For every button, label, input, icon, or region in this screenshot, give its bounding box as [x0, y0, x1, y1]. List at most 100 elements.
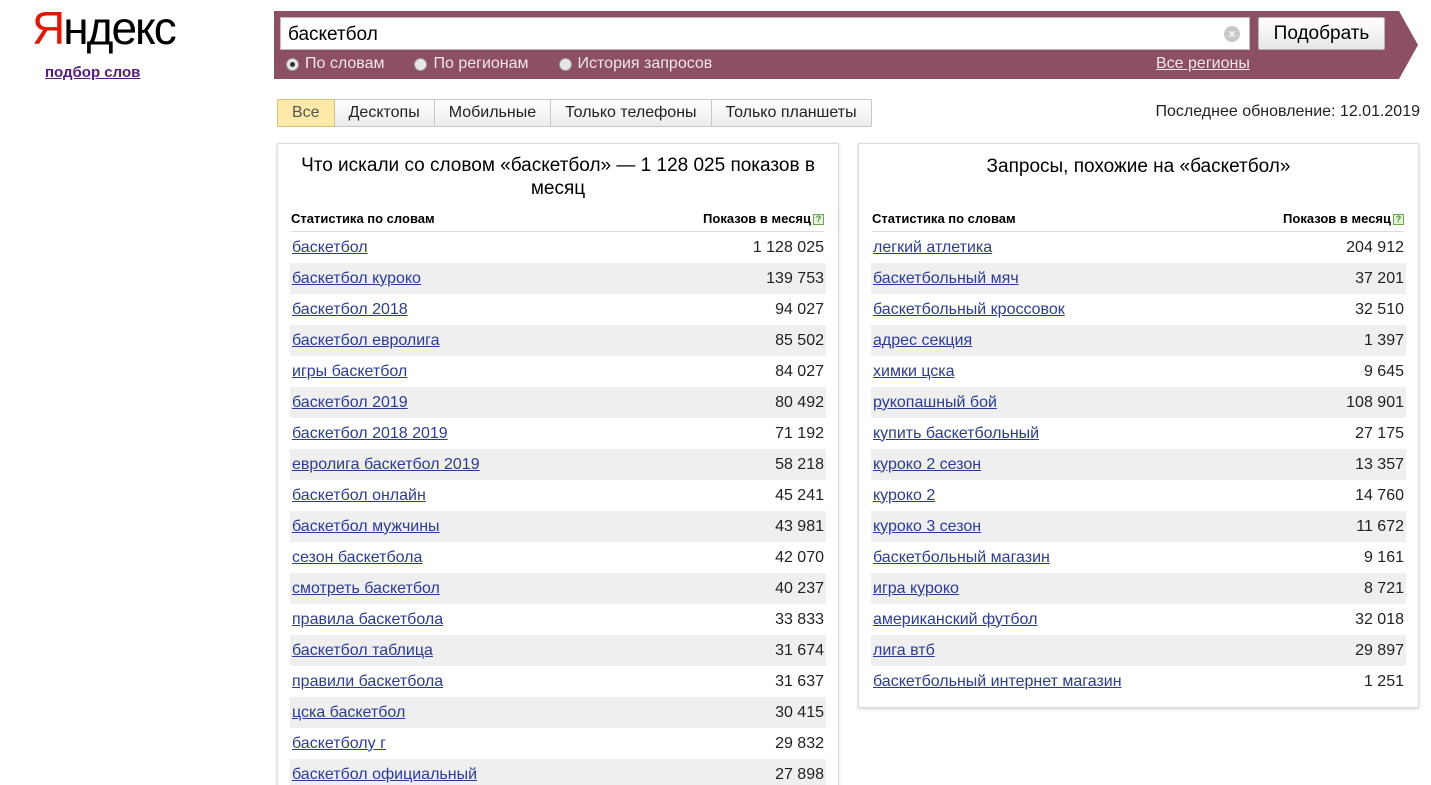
column-count-header: Показов в месяц?	[1283, 211, 1404, 231]
table-row: евролига баскетбол 2019 58 218	[290, 449, 826, 480]
radio-by-regions[interactable]: По регионам	[414, 55, 529, 73]
phrase-link[interactable]: цска баскетбол	[292, 704, 405, 722]
phrase-link[interactable]: баскетбольный интернет магазин	[873, 673, 1122, 691]
table-row: баскетболу г 29 832	[290, 728, 826, 759]
impressions-count: 1 251	[1363, 672, 1404, 690]
phrase-link[interactable]: баскетбол 2018	[292, 301, 408, 319]
table-row: баскетбольный интернет магазин 1 251	[871, 666, 1406, 697]
radio-label: По регионам	[433, 55, 529, 72]
phrase-link[interactable]: легкий атлетика	[873, 239, 992, 257]
table-row: смотреть баскетбол 40 237	[290, 573, 826, 604]
phrase-link[interactable]: баскетбольный кроссовок	[873, 301, 1065, 319]
impressions-count: 84 027	[775, 362, 824, 380]
impressions-count: 37 201	[1355, 269, 1404, 287]
table-row: лига втб 29 897	[871, 635, 1406, 666]
impressions-count: 29 897	[1355, 641, 1404, 659]
phrase-link[interactable]: баскетбольный мяч	[873, 270, 1019, 288]
phrase-link[interactable]: куроко 2 сезон	[873, 456, 981, 474]
search-input[interactable]: баскетбол ×	[280, 17, 1250, 50]
impressions-count: 14 760	[1355, 486, 1404, 504]
submit-button[interactable]: Подобрать	[1258, 17, 1385, 50]
search-band: баскетбол × Подобрать По словам По регио…	[274, 11, 1418, 79]
impressions-count: 8 721	[1363, 579, 1404, 597]
radio-unchecked-icon[interactable]	[558, 57, 572, 71]
column-count-label: Показов в месяц	[703, 211, 811, 226]
column-count-label: Показов в месяц	[1283, 211, 1391, 226]
phrase-link[interactable]: баскетбол онлайн	[292, 487, 426, 505]
table-row: баскетбольный кроссовок 32 510	[871, 294, 1406, 325]
phrase-link[interactable]: американский футбол	[873, 611, 1037, 629]
impressions-count: 9 645	[1363, 362, 1404, 380]
word-stats-rows: баскетбол 1 128 025 баскетбол куроко 139 75…	[290, 232, 826, 785]
radio-query-history[interactable]: История запросов	[558, 55, 712, 73]
phrase-link[interactable]: евролига баскетбол 2019	[292, 456, 480, 474]
phrase-link[interactable]: баскетбол евролига	[292, 332, 440, 350]
panel-title: Что искали со словом «баскетбол» — 1 128…	[301, 155, 815, 199]
phrase-link[interactable]: купить баскетбольный	[873, 425, 1039, 443]
clear-icon[interactable]: ×	[1224, 26, 1240, 42]
tab-mobile[interactable]: Мобильные	[434, 99, 552, 127]
impressions-count: 1 397	[1363, 331, 1404, 349]
phrase-link[interactable]: баскетбол 2018 2019	[292, 425, 448, 443]
impressions-count: 31 674	[775, 641, 824, 659]
radio-checked-icon[interactable]	[286, 57, 299, 71]
impressions-count: 204 912	[1346, 238, 1404, 256]
impressions-count: 30 415	[775, 703, 824, 721]
phrase-link[interactable]: правила баскетбола	[292, 611, 443, 629]
phrase-link[interactable]: лига втб	[873, 642, 935, 660]
impressions-count: 45 241	[775, 486, 824, 504]
phrase-link[interactable]: баскетбольный магазин	[873, 549, 1050, 567]
table-header: Статистика по словам Показов в месяц?	[872, 211, 1404, 232]
phrase-link[interactable]: баскетболу г	[292, 735, 386, 753]
logo-first-letter: Я	[32, 2, 65, 54]
similar-queries-rows: легкий атлетика 204 912 баскетбольный мяч 3…	[871, 232, 1406, 697]
table-row: баскетбол 2018 2019 71 192	[290, 418, 826, 449]
phrase-link[interactable]: смотреть баскетбол	[292, 580, 440, 598]
yandex-logo[interactable]: Яндекс	[32, 2, 177, 54]
phrase-link[interactable]: баскетбол официальный	[292, 766, 477, 784]
similar-queries-panel: Запросы, похожие на «баскетбол» Статисти…	[858, 143, 1419, 708]
table-row: правили баскетбола 31 637	[290, 666, 826, 697]
table-row: баскетбол онлайн 45 241	[290, 480, 826, 511]
impressions-count: 42 070	[775, 548, 824, 566]
impressions-count: 32 018	[1355, 610, 1404, 628]
all-regions-link[interactable]: Все регионы	[1156, 55, 1250, 73]
phrase-link[interactable]: куроко 3 сезон	[873, 518, 981, 536]
phrase-link[interactable]: адрес секция	[873, 332, 972, 350]
phrase-link[interactable]: правили баскетбола	[292, 673, 443, 691]
tab-desktops[interactable]: Десктопы	[334, 99, 435, 127]
tab-all[interactable]: Все	[277, 99, 335, 127]
radio-by-words[interactable]: По словам	[286, 55, 384, 73]
phrase-link[interactable]: баскетбол	[292, 239, 368, 257]
table-row: химки цска 9 645	[871, 356, 1406, 387]
table-row: адрес секция 1 397	[871, 325, 1406, 356]
radio-label: По словам	[305, 55, 385, 72]
radio-unchecked-icon[interactable]	[414, 57, 428, 71]
phrase-link[interactable]: куроко 2	[873, 487, 935, 505]
phrase-link[interactable]: сезон баскетбола	[292, 549, 422, 567]
phrase-link[interactable]: баскетбол куроко	[292, 270, 421, 288]
table-row: игры баскетбол 84 027	[290, 356, 826, 387]
table-row: баскетбол евролига 85 502	[290, 325, 826, 356]
phrase-link[interactable]: баскетбол мужчины	[292, 518, 440, 536]
help-icon[interactable]: ?	[1393, 214, 1404, 225]
phrase-link[interactable]: рукопашный бой	[873, 394, 997, 412]
help-icon[interactable]: ?	[813, 214, 824, 225]
impressions-count: 33 833	[775, 610, 824, 628]
table-row: американский футбол 32 018	[871, 604, 1406, 635]
phrase-link[interactable]: баскетбол таблица	[292, 642, 433, 660]
phrase-link[interactable]: игра куроко	[873, 580, 959, 598]
impressions-count: 9 161	[1363, 548, 1404, 566]
impressions-count: 80 492	[775, 393, 824, 411]
impressions-count: 139 753	[766, 269, 824, 287]
table-row: правила баскетбола 33 833	[290, 604, 826, 635]
impressions-count: 13 357	[1355, 455, 1404, 473]
tab-tablets-only[interactable]: Только планшеты	[711, 99, 872, 127]
service-name-link[interactable]: подбор слов	[45, 64, 140, 81]
phrase-link[interactable]: игры баскетбол	[292, 363, 407, 381]
phrase-link[interactable]: баскетбол 2019	[292, 394, 408, 412]
phrase-link[interactable]: химки цска	[873, 363, 955, 381]
tab-phones-only[interactable]: Только телефоны	[551, 99, 712, 127]
table-row: баскетбольный мяч 37 201	[871, 263, 1406, 294]
table-row: цска баскетбол 30 415	[290, 697, 826, 728]
